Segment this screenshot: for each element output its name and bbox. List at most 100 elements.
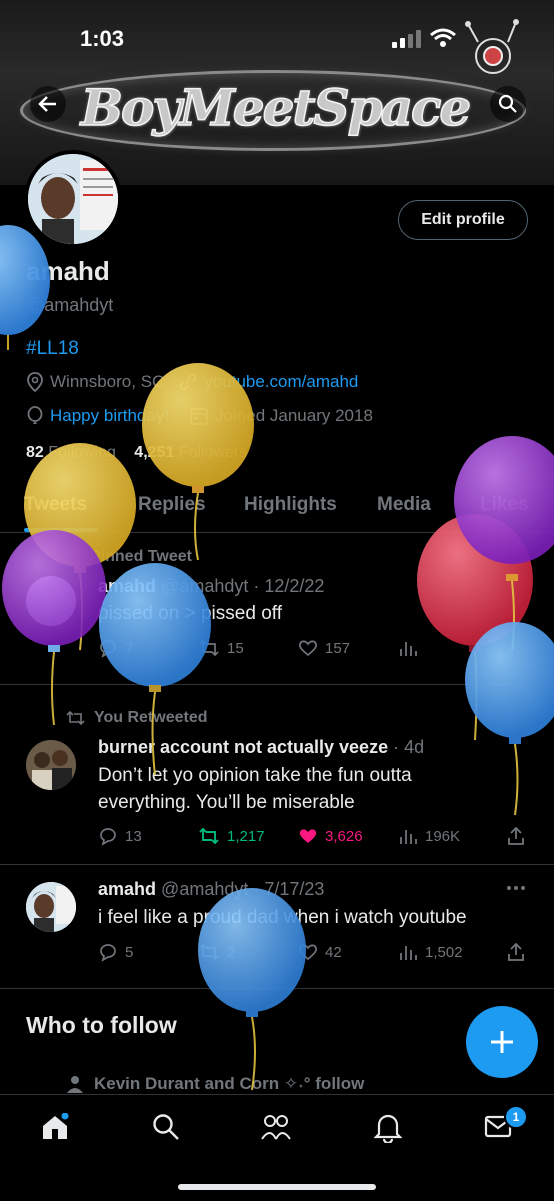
location-icon: [27, 372, 43, 392]
retweet-icon: [66, 710, 85, 726]
like-action[interactable]: 42: [298, 942, 342, 962]
tweet-author[interactable]: amahd: [98, 576, 156, 596]
banner-logo-text: BoyMeetSpace: [80, 77, 472, 138]
reply-action[interactable]: 13: [98, 826, 142, 846]
views-action[interactable]: 196K: [398, 826, 460, 846]
messages-badge: 1: [504, 1105, 528, 1129]
profile-birthday[interactable]: Happy birthday!: [50, 406, 169, 426]
tweet-avatar[interactable]: [26, 882, 76, 932]
back-arrow-icon: [38, 96, 56, 112]
share-action[interactable]: [506, 826, 526, 846]
profile-avatar[interactable]: [24, 150, 122, 248]
tweet-text: pissed on > pissed off: [98, 603, 282, 624]
followers-stat[interactable]: 4,251 Followers: [134, 444, 247, 461]
retweet-context: You Retweeted: [66, 709, 208, 727]
following-stat[interactable]: 82 Following: [26, 444, 116, 461]
profile-stats: 82 Following 4,251 Followers: [26, 444, 247, 462]
tweet-avatar[interactable]: [26, 740, 76, 790]
search-button[interactable]: [490, 86, 526, 122]
balloon-blue: [465, 622, 554, 816]
profile-handle: @amahdyt: [26, 295, 114, 315]
balloon-blue: [0, 225, 50, 350]
share-icon: [508, 826, 524, 845]
views-icon: [400, 830, 417, 844]
search-icon[interactable]: [152, 1113, 180, 1141]
retweet-action[interactable]: 1,217: [198, 826, 265, 846]
tab-replies[interactable]: Replies: [138, 494, 206, 516]
tweet-header: burner account not actually veeze · 4d: [98, 737, 424, 758]
link-icon: [180, 373, 197, 391]
balloon-purple: [454, 436, 554, 651]
satellite-icon: [465, 19, 519, 74]
tab-highlights[interactable]: Highlights: [244, 494, 337, 516]
edit-profile-button[interactable]: Edit profile: [398, 200, 528, 240]
share-action[interactable]: [506, 942, 526, 962]
home-indicator: [178, 1184, 376, 1190]
pin-icon: [66, 548, 82, 565]
tweet-header: amahd @amahdyt · 12/2/22: [98, 576, 324, 597]
more-icon[interactable]: [506, 884, 526, 892]
like-icon: [299, 829, 317, 843]
profile-tabs: Tweets Replies Highlights Media Likes: [0, 484, 554, 533]
tweet-handle-date: @amahdyt · 7/17/23: [161, 879, 325, 899]
share-icon: [508, 942, 524, 961]
avatar-image: [26, 882, 76, 932]
reply-action[interactable]: 5: [98, 942, 133, 962]
retweet-icon: [199, 943, 219, 961]
retweet-icon: [199, 827, 219, 845]
views-action[interactable]: 1,502: [398, 942, 463, 962]
like-icon: [298, 640, 318, 657]
like-action[interactable]: 3,626: [298, 826, 363, 846]
tweet-text: Don’t let yo opinion take the fun outta …: [98, 765, 412, 813]
profile-location: Winnsboro, SC: [50, 372, 165, 391]
active-tab-indicator: [24, 528, 98, 532]
who-to-follow-title: Who to follow: [26, 1012, 177, 1038]
tweet-divider: [0, 684, 554, 685]
signal-icon: [392, 30, 421, 48]
profile-meta-row-1: Winnsboro, SC youtube.com/amahd: [26, 372, 358, 392]
views-action[interactable]: [398, 638, 425, 658]
tweet-avatar[interactable]: [26, 576, 76, 626]
avatar-image: [26, 740, 76, 790]
back-button[interactable]: [30, 86, 66, 122]
like-icon: [298, 944, 318, 961]
status-time: 1:03: [80, 26, 125, 51]
tab-media[interactable]: Media: [377, 494, 431, 516]
avatar-image: [28, 154, 118, 244]
profile-website-link[interactable]: youtube.com/amahd: [204, 372, 358, 392]
follow-suggestion-context: Kevin Durant and Corn ✧˖° follow: [66, 1074, 364, 1094]
display-name: amahd: [26, 256, 110, 286]
tweet-text: i feel like a proud dad when i watch you…: [98, 907, 467, 928]
tweet-author[interactable]: burner account not actually veeze: [98, 737, 388, 757]
calendar-icon: [190, 408, 208, 425]
profile-bio-hashtag[interactable]: #LL18: [26, 338, 79, 360]
reply-icon: [100, 944, 116, 962]
balloon-icon: [27, 406, 43, 424]
tweet-handle-date: @amahdyt · 12/2/22: [161, 576, 325, 596]
profile-joined: Joined January 2018: [215, 406, 373, 425]
compose-plus-icon: [491, 1031, 513, 1053]
wifi-icon: [430, 28, 456, 47]
balloon-red: [417, 514, 533, 741]
tab-likes[interactable]: Likes: [480, 494, 529, 516]
like-action[interactable]: 157: [298, 638, 350, 658]
retweet-action[interactable]: 15: [198, 638, 244, 658]
bell-icon[interactable]: [374, 1113, 402, 1143]
reply-action[interactable]: 7: [98, 638, 133, 658]
compose-tweet-button[interactable]: [466, 1006, 538, 1078]
tweet-handle-date: · 4d: [393, 737, 425, 757]
home-icon[interactable]: [40, 1113, 70, 1141]
communities-icon[interactable]: [260, 1113, 292, 1141]
tweet-divider: [0, 864, 554, 865]
tab-tweets[interactable]: Tweets: [24, 494, 87, 516]
tweet-divider: [0, 988, 554, 989]
reply-icon: [100, 828, 116, 846]
retweet-action[interactable]: 2: [198, 942, 235, 962]
person-icon: [67, 1076, 83, 1093]
search-icon: [498, 94, 517, 113]
retweet-icon: [199, 639, 219, 657]
reply-icon: [100, 640, 116, 658]
tweet-author[interactable]: amahd: [98, 879, 156, 899]
views-icon: [400, 642, 417, 656]
profile-meta-row-2: Happy birthday! Joined January 2018: [26, 406, 373, 426]
